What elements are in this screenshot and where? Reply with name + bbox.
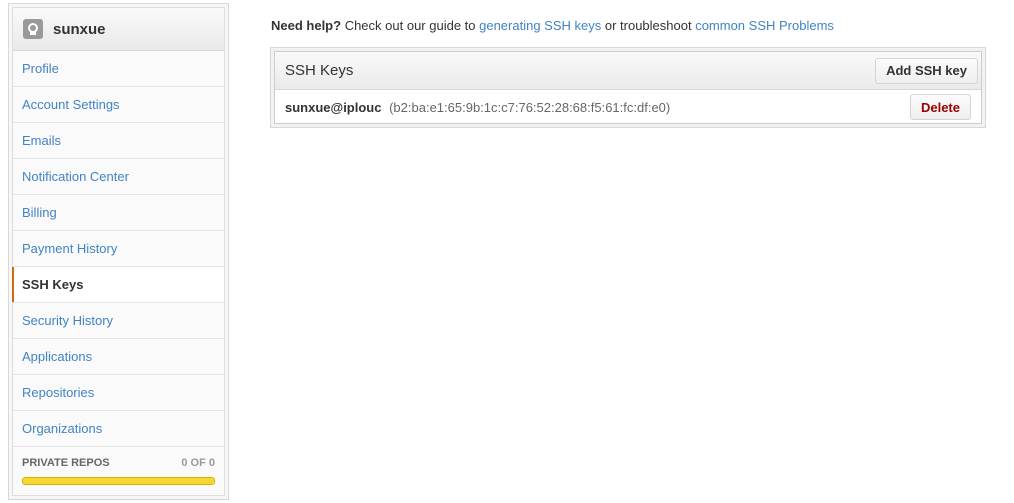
sidebar-item-emails[interactable]: Emails: [13, 123, 224, 159]
sidebar-header: sunxue: [13, 8, 224, 51]
sidebar-item-profile[interactable]: Profile: [13, 51, 224, 87]
sidebar-item-ssh-keys[interactable]: SSH Keys: [12, 267, 224, 303]
sidebar-item-security-history[interactable]: Security History: [13, 303, 224, 339]
ssh-keys-title: SSH Keys: [285, 62, 354, 79]
sidebar-item-account-settings[interactable]: Account Settings: [13, 87, 224, 123]
help-text: Need help? Check out our guide to genera…: [271, 18, 834, 33]
ssh-key-row: sunxue@iplouc (b2:ba:e1:65:9b:1c:c7:76:5…: [275, 90, 981, 124]
private-repos-progress-fill: [23, 478, 214, 484]
help-text-1: Check out our guide to: [341, 18, 480, 33]
sidebar-item-billing[interactable]: Billing: [13, 195, 224, 231]
private-repos-progress: [22, 477, 215, 485]
add-ssh-key-button[interactable]: Add SSH key: [875, 57, 978, 84]
sidebar-panel: sunxue Profile Account Settings Emails Noti…: [12, 7, 225, 496]
sidebar-item-organizations[interactable]: Organizations: [13, 411, 224, 447]
sidebar-item-repositories[interactable]: Repositories: [13, 375, 224, 411]
private-repos-label: PRIVATE REPOS: [22, 457, 110, 469]
generating-ssh-keys-link[interactable]: generating SSH keys: [479, 18, 601, 33]
sidebar-item-payment-history[interactable]: Payment History: [13, 231, 224, 267]
delete-ssh-key-button[interactable]: Delete: [909, 94, 971, 120]
sidebar-item-applications[interactable]: Applications: [13, 339, 224, 375]
common-ssh-problems-link[interactable]: common SSH Problems: [695, 18, 834, 33]
help-lead: Need help?: [271, 18, 342, 33]
private-repos-row: PRIVATE REPOS 0 OF 0: [13, 447, 224, 469]
octocat-icon: [23, 19, 43, 39]
ssh-keys-box: SSH Keys Add SSH key sunxue@iplouc (b2:b…: [270, 47, 986, 128]
private-repos-count: 0 OF 0: [181, 457, 215, 469]
ssh-key-name: sunxue@iplouc: [285, 99, 382, 115]
help-text-2: or troubleshoot: [601, 18, 696, 33]
ssh-key-info: sunxue@iplouc (b2:ba:e1:65:9b:1c:c7:76:5…: [285, 100, 670, 115]
sidebar-item-notification-center[interactable]: Notification Center: [13, 159, 224, 195]
sidebar-username: sunxue: [53, 20, 106, 38]
ssh-keys-header: SSH Keys Add SSH key: [275, 52, 981, 90]
sidebar-nav: Profile Account Settings Emails Notificatio…: [12, 51, 224, 447]
settings-sidebar: sunxue Profile Account Settings Emails Noti…: [8, 3, 229, 500]
ssh-keys-panel: SSH Keys Add SSH key sunxue@iplouc (b2:b…: [274, 51, 982, 124]
ssh-key-fingerprint: (b2:ba:e1:65:9b:1c:c7:76:52:28:68:f5:61:…: [389, 99, 671, 115]
